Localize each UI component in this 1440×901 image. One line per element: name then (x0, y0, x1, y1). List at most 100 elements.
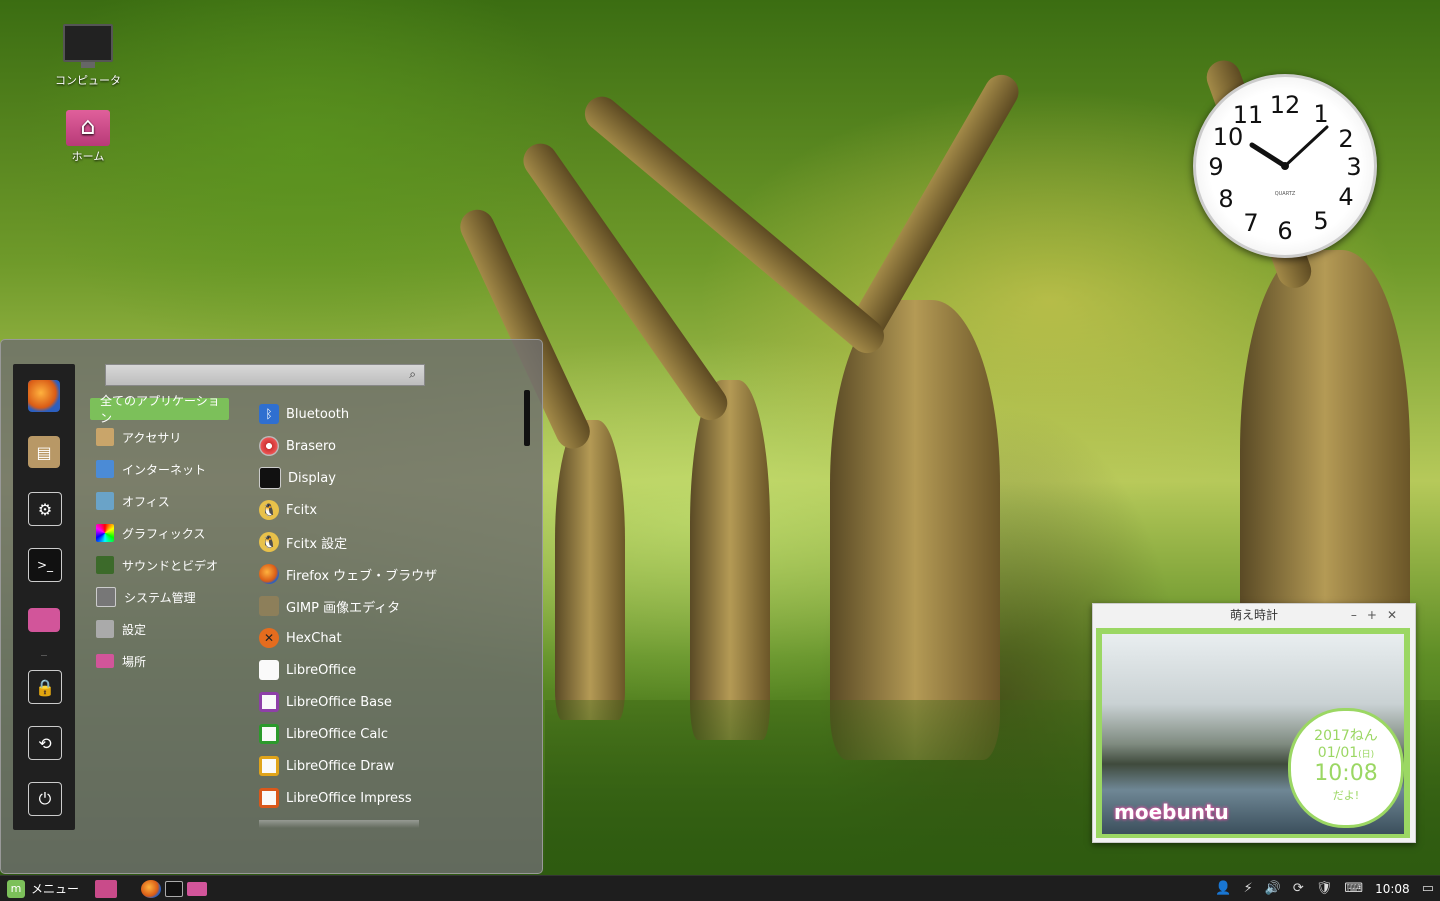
app-fcitx-settings[interactable]: 🐧 Fcitx 設定 (259, 530, 347, 554)
bluetooth-icon: ᛒ (259, 404, 279, 424)
libreoffice-base-icon (259, 692, 279, 712)
app-label: Bluetooth (286, 406, 350, 422)
app-libreoffice[interactable]: LibreOffice (259, 658, 356, 682)
show-desktop-icon[interactable] (95, 879, 118, 898)
window-title: 萌え時計 (1229, 608, 1278, 622)
app-firefox[interactable]: Firefox ウェブ・ブラウザ (259, 562, 437, 586)
clock-numeral: 3 (1346, 153, 1361, 181)
app-brasero[interactable]: Brasero (259, 434, 336, 458)
app-fcitx[interactable]: 🐧 Fcitx (259, 498, 317, 522)
clock-numeral: 4 (1338, 183, 1353, 211)
tree-trunk (555, 420, 625, 720)
category-office[interactable]: オフィス (91, 490, 170, 512)
clock-center (1281, 162, 1289, 170)
menu-button[interactable]: m メニュー (7, 879, 79, 898)
window-controls: –+✕ (1351, 604, 1407, 626)
user-icon[interactable]: 👤 (1215, 881, 1231, 896)
taskbar-clock[interactable]: 10:08 (1375, 882, 1410, 896)
desktop-icon-label: コンピュータ (55, 74, 121, 87)
tree-trunk (830, 300, 1000, 760)
clock-numeral: 8 (1218, 185, 1233, 213)
libreoffice-calc-icon (259, 724, 279, 744)
app-label: Brasero (286, 438, 337, 454)
app-label: Fcitx 設定 (286, 536, 348, 552)
accessories-icon (96, 428, 114, 446)
computer-icon (63, 24, 113, 68)
category-sound-video[interactable]: サウンドとビデオ (91, 554, 218, 576)
graphics-icon (96, 524, 114, 542)
app-hexchat[interactable]: ✕ HexChat (259, 626, 342, 650)
minimize-icon[interactable]: – (1351, 608, 1367, 622)
files-launcher-icon[interactable] (187, 881, 208, 896)
app-gimp[interactable]: GIMP 画像エディタ (259, 594, 400, 618)
category-label: オフィス (122, 494, 170, 509)
tree-trunk (690, 380, 770, 740)
app-bluetooth[interactable]: ᛒ Bluetooth (259, 402, 349, 426)
desktop-icon-home[interactable]: ホーム (48, 110, 128, 164)
moebuntu-logo: moebuntu (1114, 800, 1229, 824)
category-label: 設定 (122, 622, 147, 637)
category-all-applications[interactable]: 全てのアプリケーション (90, 394, 229, 425)
office-icon (96, 492, 114, 510)
category-internet[interactable]: インターネット (91, 458, 206, 480)
app-libreoffice-base[interactable]: LibreOffice Base (259, 690, 392, 714)
firefox-icon[interactable] (28, 380, 60, 412)
network-icon[interactable]: ⚡ (1244, 881, 1253, 896)
display-icon (259, 467, 281, 489)
terminal-icon[interactable]: >_ (28, 548, 62, 582)
brasero-icon (259, 436, 279, 456)
category-label: 場所 (122, 654, 147, 669)
category-label: システム管理 (124, 590, 196, 605)
app-libreoffice-impress[interactable]: LibreOffice Impress (259, 786, 412, 810)
clock-numeral: 2 (1338, 125, 1353, 153)
category-label: グラフィックス (122, 526, 206, 541)
desktop-icon-computer[interactable]: コンピュータ (48, 24, 128, 88)
favorites-bar: ▤ ⚙ >_ 🔒 ⟲ ⏻ (13, 364, 75, 830)
volume-icon[interactable]: 🔊 (1265, 881, 1281, 896)
app-label: Fcitx (286, 502, 318, 518)
taskbar: m メニュー 👤 ⚡ 🔊 ⟳ 🛡 ⌨ 10:08 ▭ (0, 875, 1440, 901)
moe-clock-window: 萌え時計 –+✕ moebuntu 2017ねん 01/01(日) 10:08 … (1092, 603, 1416, 843)
app-label: LibreOffice Draw (286, 758, 395, 774)
firefox-launcher-icon[interactable] (141, 879, 162, 898)
list-fade (259, 820, 419, 828)
package-manager-icon[interactable]: ▤ (28, 436, 60, 468)
speech-bubble: 2017ねん 01/01(日) 10:08 だよ! (1288, 708, 1404, 828)
app-libreoffice-draw[interactable]: LibreOffice Draw (259, 754, 394, 778)
internet-icon (96, 460, 114, 478)
search-input[interactable] (106, 365, 400, 385)
category-label: インターネット (122, 462, 207, 477)
lock-screen-icon[interactable]: 🔒 (28, 670, 62, 704)
app-list-scrollbar[interactable] (524, 390, 530, 446)
analog-clock-widget[interactable]: 12 1 2 3 4 5 6 7 8 9 10 11 QUARTZ (1193, 74, 1377, 258)
keyboard-icon[interactable]: ⌨ (1344, 881, 1363, 896)
terminal-launcher-icon[interactable] (165, 880, 184, 897)
shield-icon[interactable]: 🛡 (1316, 881, 1333, 896)
app-display[interactable]: Display (259, 466, 336, 490)
category-places[interactable]: 場所 (91, 650, 146, 672)
workspace-icon[interactable]: ▭ (1422, 881, 1434, 896)
places-icon (96, 654, 114, 668)
moe-date: 01/01 (1317, 745, 1359, 761)
files-icon[interactable] (28, 608, 60, 632)
window-titlebar[interactable]: 萌え時計 –+✕ (1093, 604, 1415, 626)
fcitx-settings-icon: 🐧 (259, 532, 279, 552)
category-preferences[interactable]: 設定 (91, 618, 146, 640)
shutdown-icon[interactable]: ⏻ (28, 782, 62, 816)
search-icon[interactable]: ⌕ (409, 367, 416, 382)
app-libreoffice-calc[interactable]: LibreOffice Calc (259, 722, 388, 746)
update-icon[interactable]: ⟳ (1293, 881, 1304, 896)
category-accessories[interactable]: アクセサリ (91, 426, 181, 448)
libreoffice-impress-icon (259, 788, 279, 808)
category-administration[interactable]: システム管理 (91, 586, 196, 608)
maximize-icon[interactable]: + (1367, 608, 1387, 622)
category-graphics[interactable]: グラフィックス (91, 522, 205, 544)
firefox-icon (259, 564, 279, 584)
logout-icon[interactable]: ⟲ (28, 726, 62, 760)
tree-branch (577, 89, 891, 361)
app-label: Firefox ウェブ・ブラウザ (286, 568, 438, 584)
search-box[interactable]: ⌕ (105, 364, 425, 386)
close-icon[interactable]: ✕ (1387, 608, 1407, 622)
system-settings-icon[interactable]: ⚙ (28, 492, 62, 526)
clock-numeral: 5 (1313, 207, 1328, 235)
